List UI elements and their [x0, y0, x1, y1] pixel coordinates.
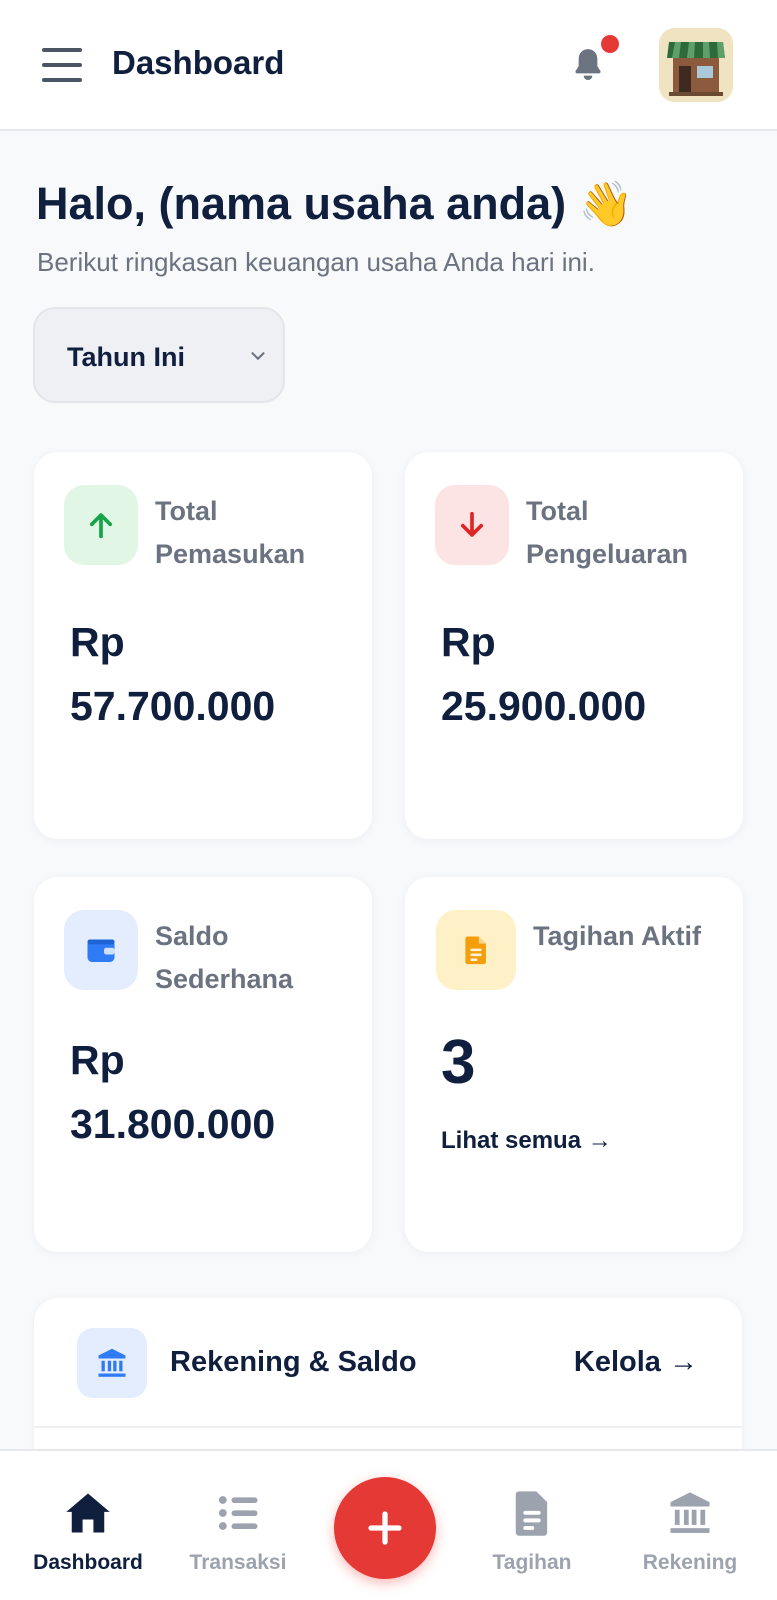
income-amount: 57.700.000: [70, 683, 276, 729]
balance-card[interactable]: Saldo Sederhana Rp 31.800.000: [34, 877, 372, 1252]
bills-icon-box: [436, 910, 516, 990]
greeting-title: Halo, (nama usaha anda) 👋: [36, 178, 633, 230]
menu-button[interactable]: [42, 48, 82, 82]
home-icon: [66, 1493, 110, 1533]
app-header: Dashboard: [0, 0, 777, 131]
store-icon: [659, 28, 733, 102]
nav-item-dashboard[interactable]: Dashboard: [13, 1451, 163, 1600]
balance-currency: Rp: [70, 1037, 125, 1083]
wallet-icon: [87, 939, 115, 962]
bank-icon-box: [77, 1328, 147, 1398]
nav-item-transaksi[interactable]: Transaksi: [163, 1451, 313, 1600]
chevron-down-icon: [251, 352, 265, 360]
nav-label-tagihan: Tagihan: [492, 1551, 572, 1574]
greeting-text: Halo, (nama usaha anda): [36, 178, 567, 229]
nav-item-rekening[interactable]: Rekening: [615, 1451, 765, 1600]
bottom-nav: Dashboard Transaksi Tagihan Rekening: [0, 1449, 777, 1600]
income-icon-box: [64, 485, 138, 565]
bank-icon: [98, 1348, 126, 1377]
income-label: Total Pemasukan: [155, 496, 306, 569]
manage-accounts-link[interactable]: Kelola →: [574, 1346, 698, 1379]
bank-icon: [670, 1492, 710, 1533]
income-value: Rp 57.700.000: [70, 610, 360, 738]
menu-icon-bar: [42, 63, 82, 67]
wave-emoji: 👋: [578, 180, 634, 229]
document-icon: [465, 936, 486, 965]
list-icon: [218, 1496, 258, 1530]
menu-icon-bar: [42, 78, 82, 82]
expense-card[interactable]: Total Pengeluaran Rp 25.900.000: [405, 452, 743, 839]
income-card[interactable]: Total Pemasukan Rp 57.700.000: [34, 452, 372, 839]
nav-label-transaksi: Transaksi: [189, 1551, 287, 1574]
page-title: Dashboard: [112, 44, 285, 81]
period-select[interactable]: Tahun Ini: [33, 307, 285, 403]
nav-item-tagihan[interactable]: Tagihan: [457, 1451, 607, 1600]
document-icon: [515, 1491, 548, 1536]
bills-count: 3: [441, 1028, 476, 1097]
bills-card[interactable]: Tagihan Aktif 3 Lihat semua →: [405, 877, 743, 1252]
expense-icon-box: [435, 485, 509, 565]
plus-icon: [368, 1511, 402, 1545]
see-all-bills-link[interactable]: Lihat semua →: [441, 1127, 612, 1155]
accounts-panel-title: Rekening & Saldo: [170, 1346, 417, 1378]
add-transaction-button[interactable]: [334, 1477, 436, 1579]
avatar[interactable]: [659, 28, 733, 102]
bills-label: Tagihan Aktif: [533, 921, 701, 951]
arrow-up-icon: [89, 513, 113, 539]
arrow-down-icon: [460, 511, 484, 537]
balance-value: Rp 31.800.000: [70, 1028, 360, 1156]
divider: [34, 1426, 742, 1428]
balance-label: Saldo Sederhana: [155, 921, 294, 994]
menu-icon-bar: [42, 48, 82, 52]
expense-currency: Rp: [441, 619, 496, 665]
nav-label-dashboard: Dashboard: [33, 1551, 143, 1574]
bell-icon[interactable]: [568, 44, 608, 86]
balance-amount: 31.800.000: [70, 1101, 276, 1147]
expense-label: Total Pengeluaran: [526, 496, 689, 569]
period-select-value: Tahun Ini: [67, 342, 185, 372]
greeting-subtitle: Berikut ringkasan keuangan usaha Anda ha…: [37, 247, 595, 277]
nav-label-rekening: Rekening: [642, 1551, 738, 1574]
notification-badge: [601, 35, 619, 53]
expense-amount: 25.900.000: [441, 683, 647, 729]
expense-value: Rp 25.900.000: [441, 610, 731, 738]
income-currency: Rp: [70, 619, 125, 665]
balance-icon-box: [64, 910, 138, 990]
